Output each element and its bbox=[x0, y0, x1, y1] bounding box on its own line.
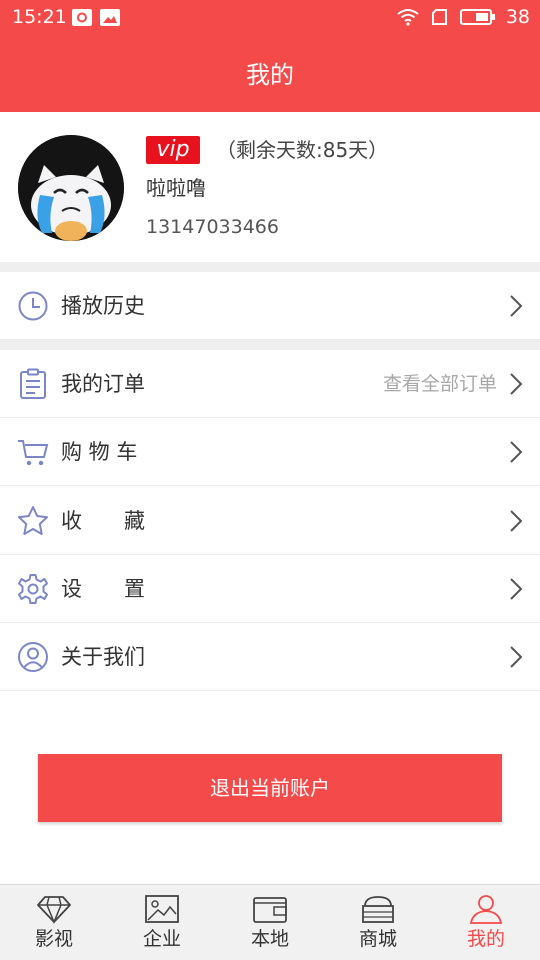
star-icon bbox=[18, 506, 48, 535]
gallery-notification-icon bbox=[100, 9, 120, 26]
vip-remaining-days: （剩余天数:85天） bbox=[216, 138, 389, 162]
status-time: 15:21 bbox=[12, 6, 67, 28]
cart-row[interactable]: 购 物 车 bbox=[0, 418, 540, 486]
clipboard-icon bbox=[20, 368, 46, 399]
page-title: 我的 bbox=[246, 61, 294, 89]
page-header: 我的 bbox=[0, 38, 540, 112]
tab-movies[interactable]: 影视 bbox=[0, 885, 108, 960]
gear-icon bbox=[18, 574, 48, 604]
bottom-tab-bar: 影视 企业 本地 商城 我的 bbox=[0, 884, 540, 960]
my-orders-row[interactable]: 我的订单 查看全部订单 bbox=[0, 350, 540, 418]
chevron-right-icon bbox=[510, 295, 523, 317]
settings-label: 设 置 bbox=[61, 577, 145, 601]
tab-label: 本地 bbox=[250, 928, 289, 950]
favorites-label: 收 藏 bbox=[61, 509, 145, 533]
avatar[interactable] bbox=[18, 135, 124, 241]
cart-icon bbox=[18, 440, 49, 466]
play-history-row[interactable]: 播放历史 bbox=[0, 272, 540, 340]
section-divider bbox=[0, 340, 540, 350]
about-row[interactable]: 关于我们 bbox=[0, 623, 540, 691]
settings-row[interactable]: 设 置 bbox=[0, 555, 540, 623]
view-all-orders-link[interactable]: 查看全部订单 bbox=[383, 350, 497, 418]
shop-icon bbox=[362, 896, 394, 923]
diamond-icon bbox=[37, 896, 71, 924]
tab-label: 影视 bbox=[34, 928, 73, 950]
wifi-icon bbox=[397, 9, 419, 26]
chevron-right-icon bbox=[510, 510, 523, 532]
tab-label: 企业 bbox=[142, 928, 181, 950]
cart-label: 购 物 车 bbox=[61, 440, 138, 464]
status-bar: 15:21 38 bbox=[0, 0, 540, 38]
tab-label: 商城 bbox=[358, 928, 397, 950]
user-phone: 13147033466 bbox=[146, 216, 279, 238]
tab-label: 我的 bbox=[466, 928, 505, 950]
about-label: 关于我们 bbox=[61, 645, 145, 669]
my-orders-label: 我的订单 bbox=[61, 372, 145, 396]
favorites-row[interactable]: 收 藏 bbox=[0, 487, 540, 555]
battery-level: 38 bbox=[505, 6, 530, 28]
user-icon bbox=[469, 895, 503, 924]
section-divider bbox=[0, 262, 540, 272]
chevron-right-icon bbox=[510, 646, 523, 668]
tab-mall[interactable]: 商城 bbox=[324, 885, 432, 960]
user-nickname: 啦啦噜 bbox=[146, 176, 206, 200]
chevron-right-icon bbox=[510, 373, 523, 395]
tab-enterprise[interactable]: 企业 bbox=[108, 885, 216, 960]
vip-badge: vip bbox=[146, 136, 200, 164]
image-icon bbox=[145, 895, 179, 923]
notification-icon bbox=[72, 9, 92, 26]
tab-mine[interactable]: 我的 bbox=[432, 885, 540, 960]
sim-icon bbox=[431, 9, 447, 25]
play-history-label: 播放历史 bbox=[61, 294, 145, 318]
tab-local[interactable]: 本地 bbox=[216, 885, 324, 960]
chevron-right-icon bbox=[510, 441, 523, 463]
user-circle-icon bbox=[18, 642, 48, 672]
logout-button[interactable]: 退出当前账户 bbox=[38, 754, 502, 822]
battery-icon bbox=[459, 9, 495, 25]
profile-card[interactable]: vip （剩余天数:85天） 啦啦噜 13147033466 bbox=[0, 112, 540, 262]
chevron-right-icon bbox=[510, 578, 523, 600]
wallet-icon bbox=[253, 897, 287, 923]
clock-icon bbox=[18, 291, 48, 321]
